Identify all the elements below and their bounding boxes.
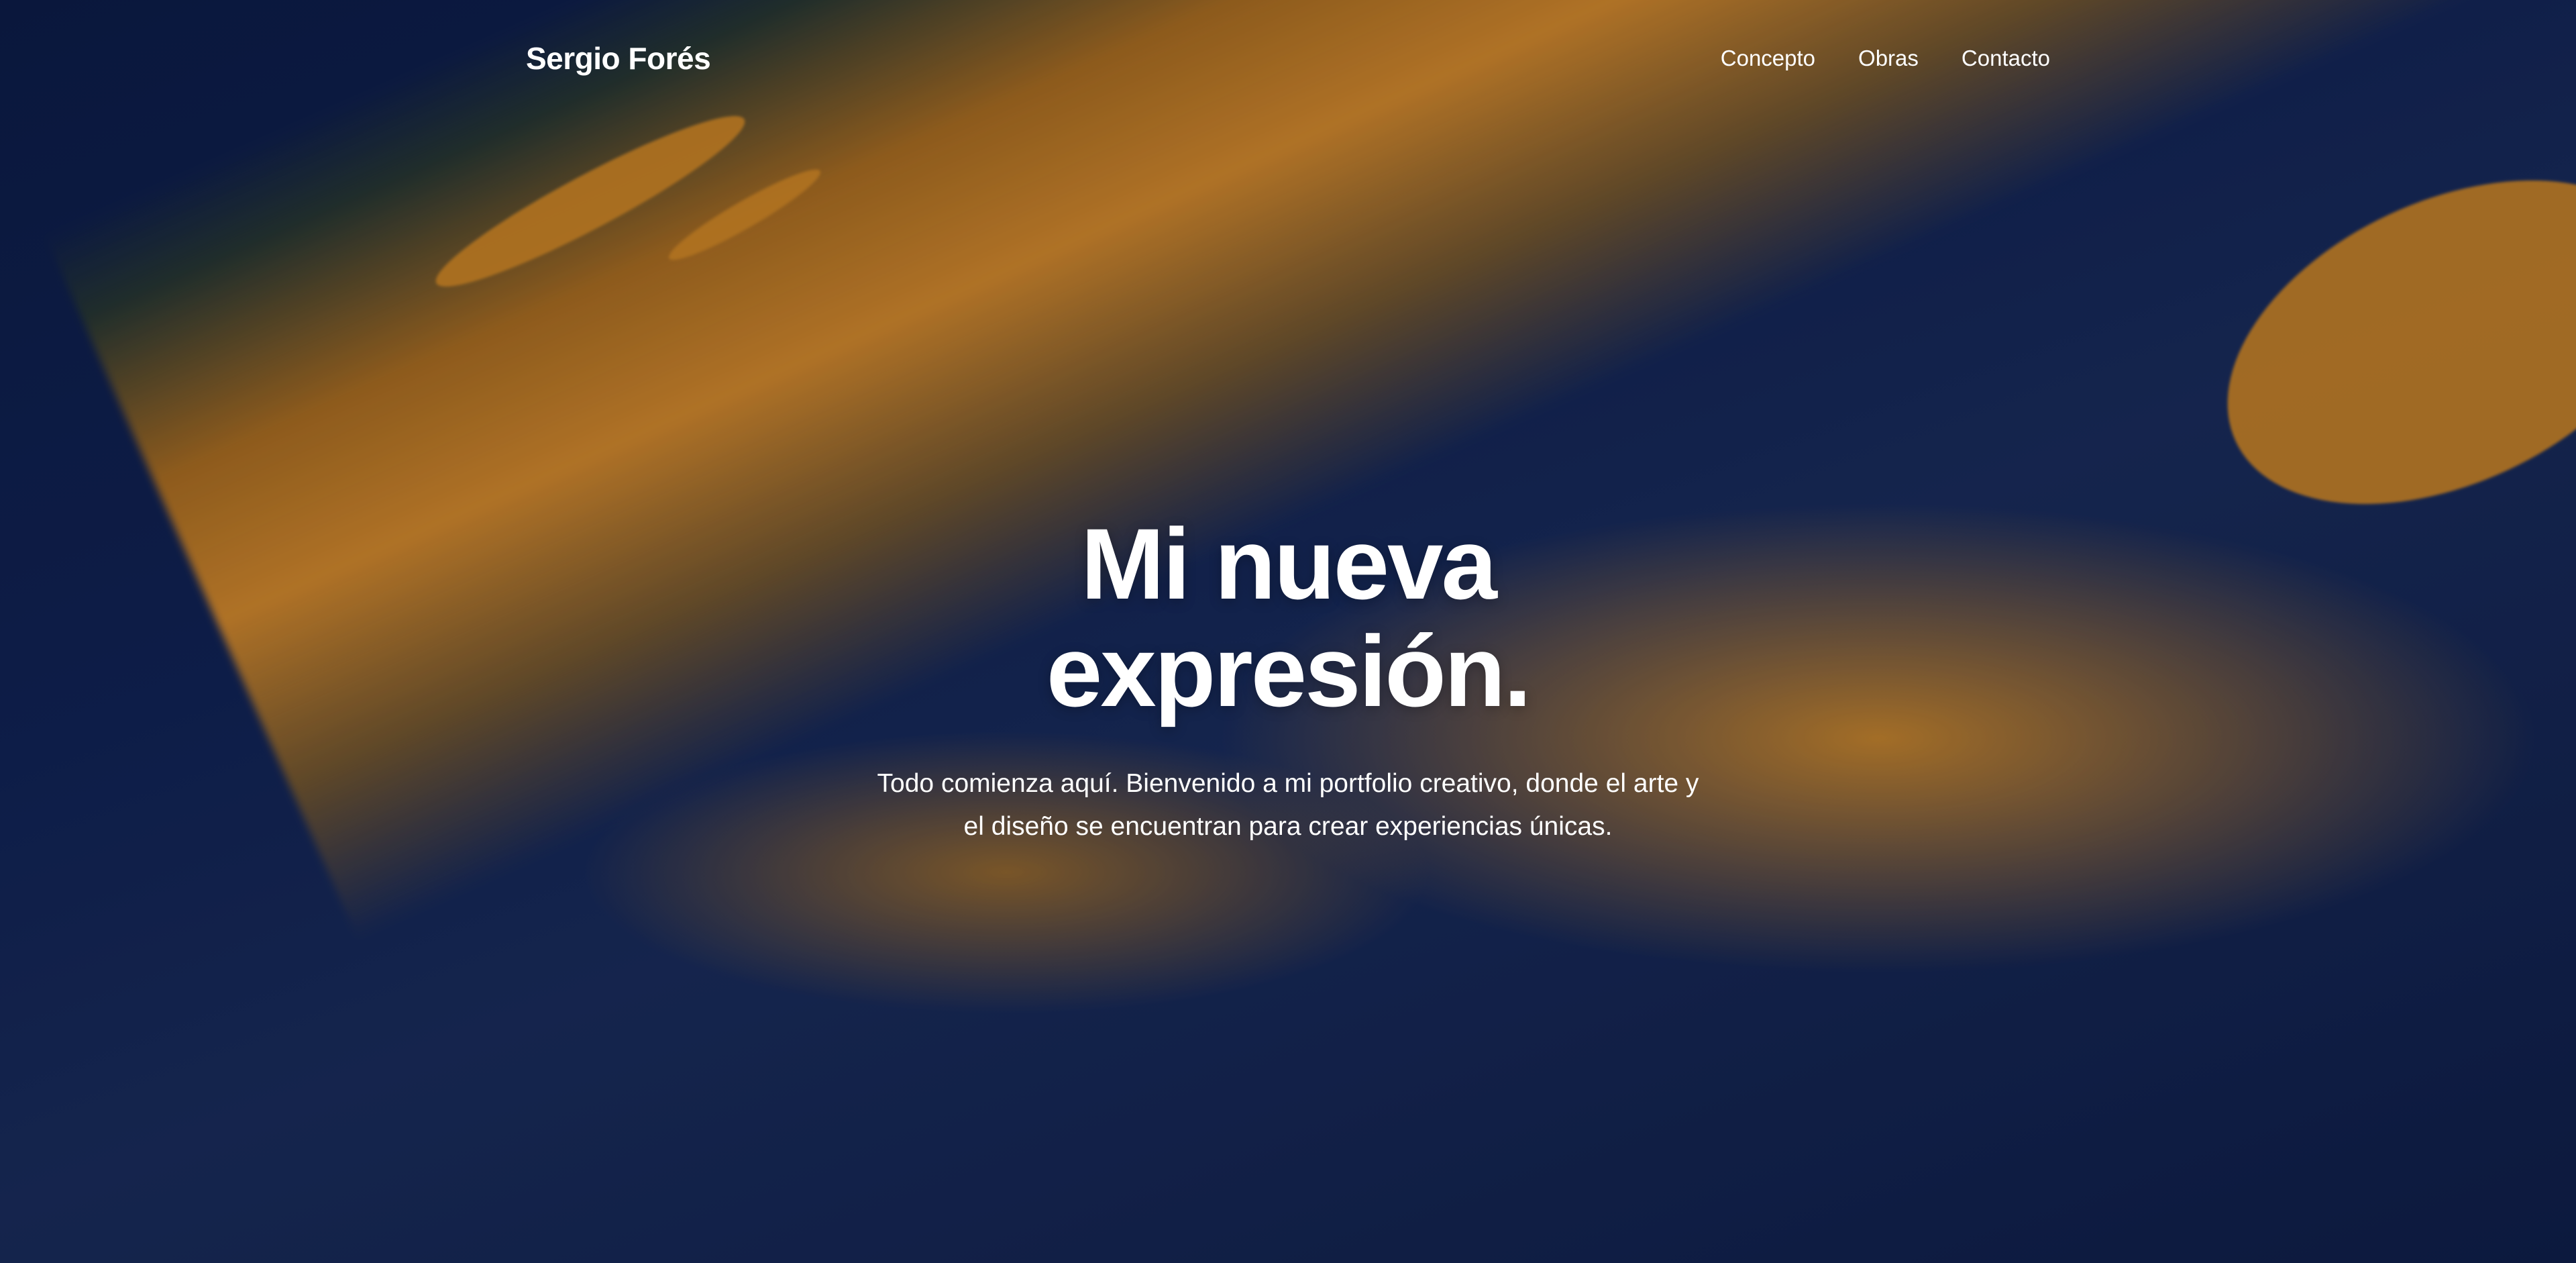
hero-subtitle: Todo comienza aquí. Bienvenido a mi port… (877, 769, 1699, 841)
hero-title-line-1: Mi nueva (1081, 507, 1497, 620)
nav-menu: Concepto Obras Contacto (1721, 46, 2050, 71)
hero-content: Mi nueva expresión. Todo comienza aquí. … (0, 510, 2576, 848)
nav-link-concepto[interactable]: Concepto (1721, 46, 1815, 71)
nav-link-obras[interactable]: Obras (1858, 46, 1919, 71)
hero-section: Sergio Forés Concepto Obras Contacto Mi … (0, 0, 2576, 1263)
nav-link-contacto[interactable]: Contacto (1962, 46, 2050, 71)
hero-title: Mi nueva expresión. (0, 510, 2576, 725)
brand-logo-link[interactable]: Sergio Forés (526, 40, 711, 77)
top-navigation: Sergio Forés Concepto Obras Contacto (526, 35, 2050, 82)
hero-title-line-2: expresión. (1046, 615, 1532, 727)
